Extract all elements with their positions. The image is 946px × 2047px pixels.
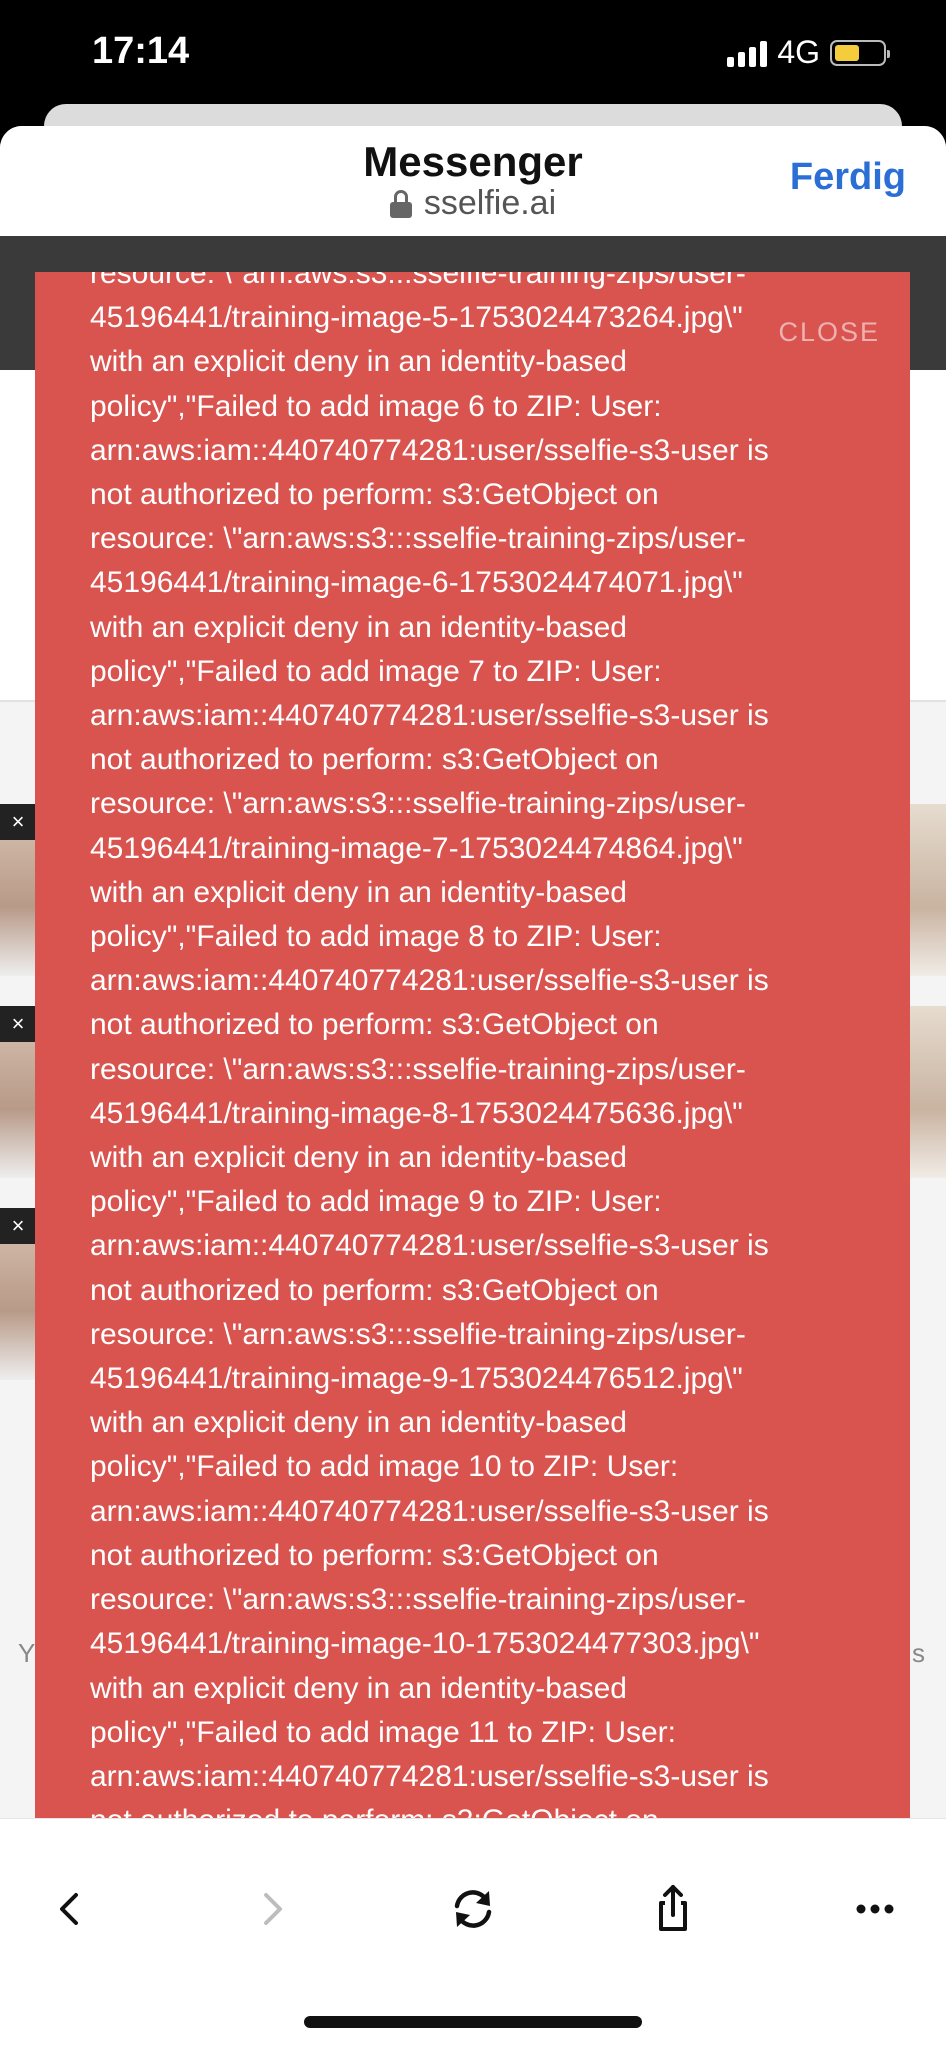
done-button[interactable]: Ferdig <box>790 156 906 199</box>
more-icon <box>856 1904 894 1914</box>
battery-icon <box>830 39 890 66</box>
remove-thumbnail-icon[interactable]: × <box>0 804 36 840</box>
thumbnail-image[interactable] <box>908 1006 946 1178</box>
status-bar: 17:14 4G <box>0 0 946 120</box>
page-text-fragment: s <box>912 1638 925 1668</box>
battery-level <box>835 44 859 61</box>
error-popup: resource: \"arn:aws:s3:::sselfie-trainin… <box>35 272 910 1828</box>
reload-icon <box>454 1890 492 1928</box>
forward-button[interactable] <box>242 1879 302 1939</box>
remove-thumbnail-icon[interactable]: × <box>0 1208 36 1244</box>
thumbnail-image[interactable]: × <box>0 1208 38 1380</box>
network-type: 4G <box>777 34 820 70</box>
close-button[interactable]: CLOSE <box>778 317 880 348</box>
error-message: resource: \"arn:aws:s3:::sselfie-trainin… <box>90 272 769 1828</box>
remove-thumbnail-icon[interactable]: × <box>0 1006 36 1042</box>
share-icon <box>659 1885 687 1931</box>
cellular-signal-icon <box>727 39 768 67</box>
page-text-fragment: Y <box>18 1638 36 1668</box>
reload-button[interactable] <box>443 1879 503 1939</box>
status-indicators: 4G <box>727 34 890 71</box>
thumbnail-image[interactable] <box>908 804 946 976</box>
share-button[interactable] <box>643 1879 703 1939</box>
browser-toolbar <box>0 1818 946 2047</box>
status-time: 17:14 <box>92 30 190 72</box>
thumbnail-image[interactable]: × <box>0 804 38 976</box>
more-button[interactable] <box>845 1879 905 1939</box>
browser-header: Messenger sselfie.ai Ferdig <box>0 126 946 236</box>
lock-icon <box>389 189 412 218</box>
chevron-right-icon <box>264 1893 282 1925</box>
home-indicator[interactable] <box>304 2016 642 2028</box>
thumbnail-image[interactable]: × <box>0 1006 38 1178</box>
chevron-left-icon <box>60 1893 78 1925</box>
url-text: sselfie.ai <box>423 184 557 222</box>
back-button[interactable] <box>40 1879 100 1939</box>
